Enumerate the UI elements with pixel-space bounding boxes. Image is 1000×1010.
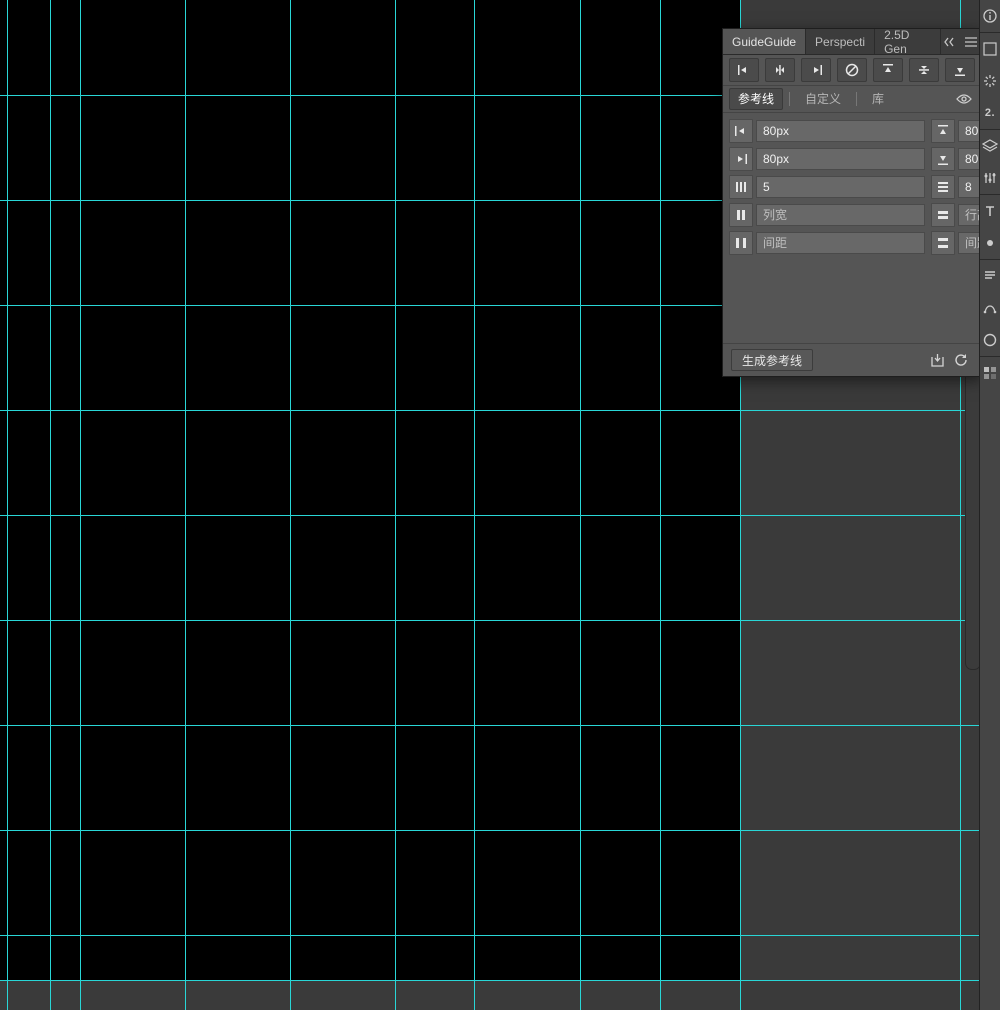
- column-gutter-input[interactable]: [756, 232, 925, 254]
- panel-fields: [723, 113, 981, 261]
- divider: [856, 92, 857, 106]
- margin-left-input[interactable]: [756, 120, 925, 142]
- panel-tabbar: GuideGuide Perspecti 2.5D Gen: [723, 29, 981, 55]
- info-panel-icon[interactable]: [980, 0, 1000, 32]
- guide-horizontal[interactable]: [0, 515, 980, 516]
- align-top-button[interactable]: [873, 58, 903, 82]
- guide-vertical[interactable]: [7, 0, 8, 1010]
- type-panel-icon[interactable]: [980, 195, 1000, 227]
- guide-horizontal[interactable]: [0, 830, 980, 831]
- align-right-button[interactable]: [801, 58, 831, 82]
- panel-footer: 生成参考线: [723, 343, 981, 376]
- columns-icon: [729, 175, 753, 199]
- collapsed-panels-strip: 2.: [979, 0, 1000, 1010]
- column-width-input[interactable]: [756, 204, 925, 226]
- margin-right-icon: [729, 147, 753, 171]
- guide-horizontal[interactable]: [0, 725, 980, 726]
- refresh-icon[interactable]: [949, 353, 973, 367]
- guide-vertical[interactable]: [50, 0, 51, 1010]
- margin-bottom-icon: [931, 147, 955, 171]
- clear-guides-button[interactable]: [837, 58, 867, 82]
- guide-horizontal[interactable]: [0, 980, 980, 981]
- visibility-toggle-icon[interactable]: [953, 93, 975, 105]
- guide-horizontal[interactable]: [0, 620, 980, 621]
- loading-icon[interactable]: [980, 65, 1000, 97]
- margin-top-icon: [931, 119, 955, 143]
- guide-vertical[interactable]: [395, 0, 396, 1010]
- align-left-button[interactable]: [729, 58, 759, 82]
- generate-guides-button[interactable]: 生成参考线: [731, 349, 813, 371]
- divider: [789, 92, 790, 106]
- collapse-icon[interactable]: [941, 29, 961, 54]
- panel-subtabs: 参考线 自定义 库: [723, 86, 981, 113]
- column-width-icon: [729, 203, 753, 227]
- circle-panel-icon[interactable]: [980, 324, 1000, 356]
- adjustments-panel-icon[interactable]: [980, 162, 1000, 194]
- align-bottom-button[interactable]: [945, 58, 975, 82]
- subtab-library[interactable]: 库: [863, 88, 893, 110]
- align-middle-button[interactable]: [909, 58, 939, 82]
- tab-guideguide[interactable]: GuideGuide: [723, 29, 806, 54]
- guide-vertical[interactable]: [580, 0, 581, 1010]
- guide-vertical[interactable]: [290, 0, 291, 1010]
- subtab-custom[interactable]: 自定义: [796, 88, 850, 110]
- column-gutter-icon: [729, 231, 753, 255]
- tab-25d-gen[interactable]: 2.5D Gen: [875, 29, 941, 54]
- panel-body-space: [723, 261, 981, 343]
- guide-horizontal[interactable]: [0, 410, 980, 411]
- save-set-icon[interactable]: [925, 353, 949, 367]
- paragraph-panel-icon[interactable]: [980, 260, 1000, 292]
- row-gutter-icon: [931, 231, 955, 255]
- row-height-icon: [931, 203, 955, 227]
- guide-vertical[interactable]: [80, 0, 81, 1010]
- guideguide-panel-icon[interactable]: [980, 33, 1000, 65]
- panel-menu-icon[interactable]: [961, 29, 981, 54]
- margin-right-input[interactable]: [756, 148, 925, 170]
- guide-vertical[interactable]: [660, 0, 661, 1010]
- rows-icon: [931, 175, 955, 199]
- path-panel-icon[interactable]: [980, 292, 1000, 324]
- guide-vertical[interactable]: [185, 0, 186, 1010]
- guide-vertical[interactable]: [474, 0, 475, 1010]
- artboard: [0, 0, 740, 980]
- align-center-button[interactable]: [765, 58, 795, 82]
- subtab-guides[interactable]: 参考线: [729, 88, 783, 110]
- margin-left-icon: [729, 119, 753, 143]
- panel-label[interactable]: 2.: [980, 97, 1000, 129]
- guide-horizontal[interactable]: [0, 935, 980, 936]
- swatches-panel-icon[interactable]: [980, 357, 1000, 389]
- brush-panel-icon[interactable]: [980, 227, 1000, 259]
- panel-toolbar: [723, 55, 981, 86]
- layers-panel-icon[interactable]: [980, 130, 1000, 162]
- tab-perspective[interactable]: Perspecti: [806, 29, 875, 54]
- guideguide-panel: GuideGuide Perspecti 2.5D Gen: [722, 28, 982, 377]
- columns-input[interactable]: [756, 176, 925, 198]
